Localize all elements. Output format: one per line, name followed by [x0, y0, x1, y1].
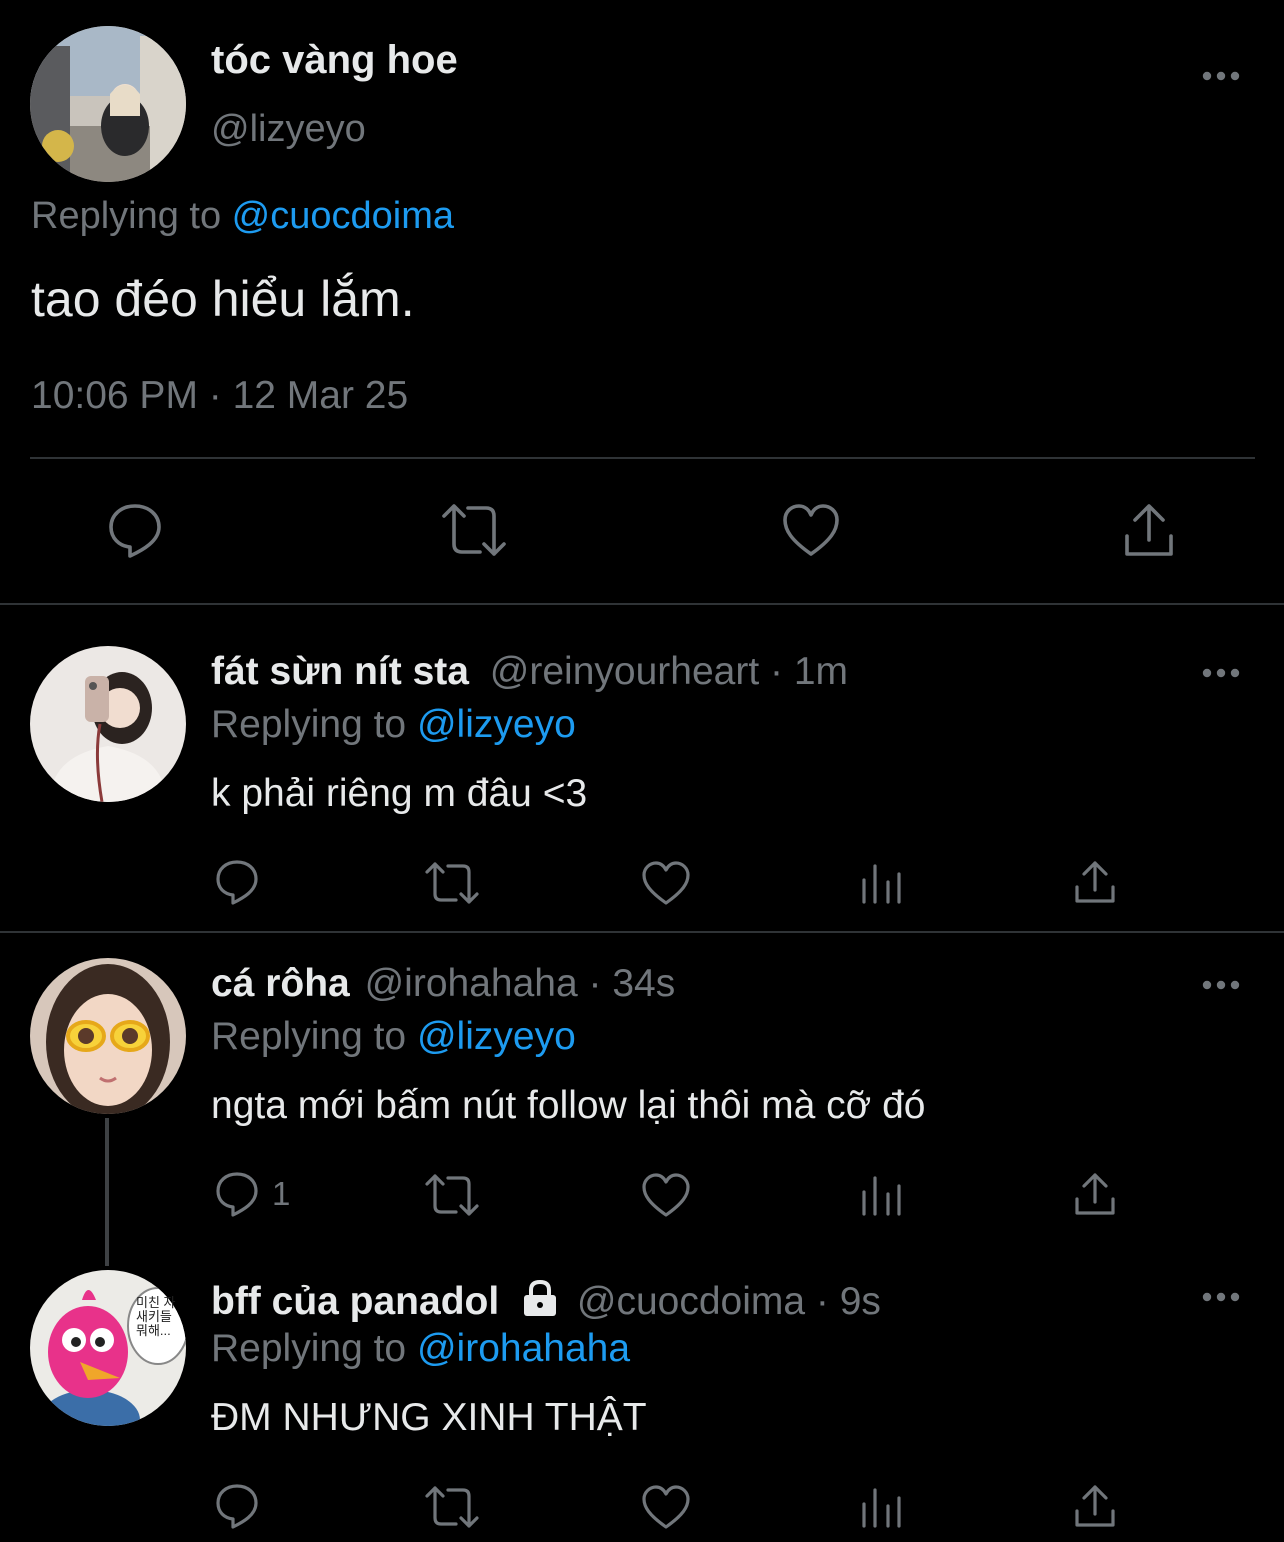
main-handle[interactable]: @lizyeyo	[211, 108, 366, 151]
lock-icon	[520, 1278, 560, 1318]
main-timestamp[interactable]: 10:06 PM · 12 Mar 25	[31, 374, 408, 418]
analytics-icon	[862, 1488, 901, 1528]
reply-time[interactable]: · 1m	[770, 650, 848, 693]
analytics-button[interactable]	[860, 1174, 904, 1216]
retweet-icon	[442, 504, 506, 556]
main-display-name[interactable]: tóc vàng hoe	[211, 38, 458, 83]
replying-prefix: Replying to	[211, 1327, 417, 1370]
reply-2-text: ngta mới bấm nút follow lại thôi mà cỡ đ…	[211, 1084, 926, 1127]
retweet-button[interactable]	[424, 861, 480, 905]
retweet-button[interactable]	[424, 1485, 480, 1529]
divider	[0, 603, 1284, 605]
share-icon	[1075, 861, 1115, 903]
reply-3-replying-line: Replying to @irohahaha	[211, 1327, 630, 1371]
reply-button[interactable]	[214, 1482, 260, 1530]
divider	[0, 931, 1284, 933]
retweet-button[interactable]	[440, 502, 508, 558]
main-replying-line: Replying to @cuocdoima	[31, 195, 454, 238]
more-options-icon[interactable]	[1201, 979, 1241, 991]
reply-handle[interactable]: @reinyourheart	[490, 650, 759, 693]
retweet-icon	[425, 1174, 479, 1216]
divider	[30, 457, 1255, 459]
replying-mention-link[interactable]: @cuocdoima	[232, 195, 454, 237]
more-options-icon[interactable]	[1201, 667, 1241, 679]
like-icon	[642, 861, 690, 905]
reply-3-text: ĐM NHƯNG XINH THẬT	[211, 1396, 647, 1439]
reply-icon	[216, 860, 258, 905]
like-button[interactable]	[641, 1172, 691, 1218]
reply-icon	[216, 1172, 258, 1217]
share-button[interactable]	[1073, 1483, 1117, 1529]
reply-icon	[109, 504, 161, 558]
share-icon	[1125, 504, 1173, 556]
share-button[interactable]	[1073, 859, 1117, 905]
avatar-reply-1[interactable]	[30, 646, 186, 802]
reply-time[interactable]: · 34s	[589, 962, 676, 1005]
share-button[interactable]	[1121, 500, 1177, 560]
reply-1-header: fát sừn nít sta @reinyourheart · 1m	[211, 650, 848, 694]
like-icon	[642, 1485, 690, 1529]
reply-button[interactable]	[214, 858, 260, 906]
reply-2-header: cá rôha @irohahaha · 34s	[211, 962, 675, 1006]
replying-prefix: Replying to	[211, 703, 417, 746]
like-button[interactable]	[641, 1484, 691, 1530]
replying-mention-link[interactable]: @lizyeyo	[417, 703, 576, 746]
share-icon	[1075, 1173, 1115, 1215]
share-icon	[1075, 1485, 1115, 1527]
main-tweet-text: tao đéo hiểu lắm.	[31, 271, 415, 327]
thread-line	[105, 1118, 109, 1266]
more-options-icon[interactable]	[1201, 1291, 1241, 1303]
reply-1-text: k phải riêng m đâu <3	[211, 772, 588, 815]
avatar-reply-2[interactable]	[30, 958, 186, 1114]
reply-count: 1	[272, 1175, 291, 1212]
analytics-icon	[862, 864, 901, 904]
like-icon	[642, 1173, 690, 1217]
reply-display-name[interactable]: bff của panadol	[211, 1280, 499, 1323]
reply-2-replying-line: Replying to @lizyeyo	[211, 1015, 576, 1059]
like-button[interactable]	[781, 502, 841, 558]
more-options-icon[interactable]	[1201, 70, 1241, 82]
like-button[interactable]	[641, 860, 691, 906]
reply-display-name[interactable]: fát sừn nít sta	[211, 650, 469, 693]
replying-prefix: Replying to	[211, 1015, 417, 1058]
analytics-icon	[862, 1176, 901, 1216]
avatar-reply-3[interactable]	[30, 1270, 186, 1426]
share-button[interactable]	[1073, 1171, 1117, 1217]
retweet-button[interactable]	[424, 1173, 480, 1217]
reply-handle[interactable]: @irohahaha	[365, 962, 578, 1005]
replying-mention-link[interactable]: @irohahaha	[417, 1327, 630, 1370]
reply-handle[interactable]: @cuocdoima	[577, 1280, 805, 1323]
retweet-icon	[425, 862, 479, 904]
retweet-icon	[425, 1486, 479, 1528]
reply-display-name[interactable]: cá rôha	[211, 962, 350, 1005]
reply-3-header: bff của panadol @cuocdoima · 9s	[211, 1278, 881, 1324]
like-icon	[783, 504, 839, 556]
reply-icon	[216, 1484, 258, 1529]
reply-button[interactable]	[214, 1170, 260, 1218]
reply-time[interactable]: · 9s	[816, 1280, 881, 1323]
replying-prefix: Replying to	[31, 195, 232, 237]
avatar-speech-bubble-text: 미친 자 새키들 뭐해...	[136, 1296, 176, 1338]
replying-mention-link[interactable]: @lizyeyo	[417, 1015, 576, 1058]
reply-1-replying-line: Replying to @lizyeyo	[211, 703, 576, 747]
analytics-button[interactable]	[860, 862, 904, 904]
analytics-button[interactable]	[860, 1486, 904, 1528]
reply-button[interactable]	[105, 500, 165, 560]
avatar-main[interactable]	[30, 26, 186, 182]
